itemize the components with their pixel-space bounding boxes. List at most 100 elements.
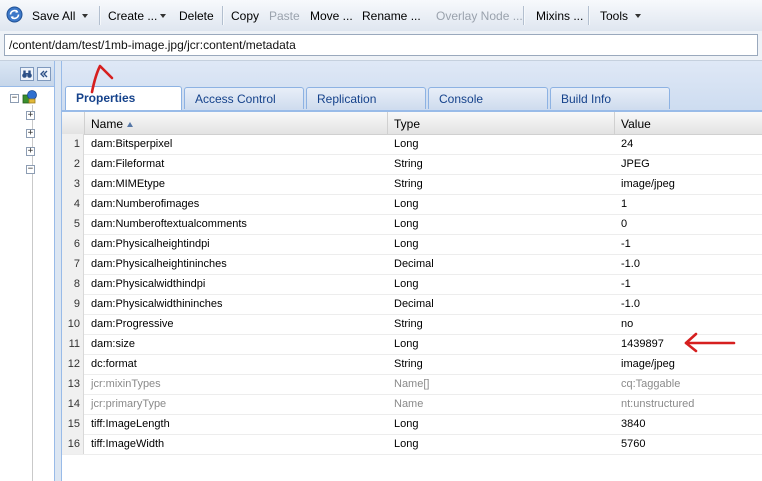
- table-row[interactable]: 16 tiff:ImageWidth Long 5760: [62, 434, 762, 455]
- path-input[interactable]: /content/dam/test/1mb-image.jpg/jcr:cont…: [4, 34, 758, 56]
- collapse-panel-icon[interactable]: [37, 67, 51, 81]
- table-row[interactable]: 11 dam:size Long 1439897: [62, 334, 762, 355]
- property-name-cell[interactable]: dam:size: [85, 334, 388, 354]
- property-type-cell[interactable]: String: [388, 314, 615, 334]
- move-button[interactable]: Move ...: [310, 9, 353, 23]
- property-type-cell[interactable]: Long: [388, 434, 615, 454]
- table-row[interactable]: 2 dam:Fileformat String JPEG: [62, 154, 762, 175]
- toolbar-separator: [222, 6, 224, 25]
- table-row[interactable]: 6 dam:Physicalheightindpi Long -1: [62, 234, 762, 255]
- property-value-cell[interactable]: 0: [615, 214, 762, 234]
- panel-splitter[interactable]: [55, 61, 62, 481]
- tab-replication[interactable]: Replication: [306, 87, 426, 109]
- column-header-value[interactable]: Value: [615, 112, 762, 134]
- property-name-cell[interactable]: dam:Fileformat: [85, 154, 388, 174]
- copy-button[interactable]: Copy: [231, 9, 259, 23]
- property-name-cell[interactable]: dam:Physicalwidthininches: [85, 294, 388, 314]
- column-header-name[interactable]: Name: [85, 112, 388, 134]
- property-type-cell[interactable]: Long: [388, 134, 615, 154]
- property-type-cell[interactable]: Name: [388, 394, 615, 414]
- table-row[interactable]: 10 dam:Progressive String no: [62, 314, 762, 335]
- delete-button[interactable]: Delete: [179, 9, 214, 23]
- property-name-cell[interactable]: tiff:ImageWidth: [85, 434, 388, 454]
- property-name-cell[interactable]: dam:Physicalwidthindpi: [85, 274, 388, 294]
- property-name-cell[interactable]: dam:Bitsperpixel: [85, 134, 388, 154]
- property-name-cell[interactable]: dam:Physicalheightindpi: [85, 234, 388, 254]
- table-row[interactable]: 3 dam:MIMEtype String image/jpeg: [62, 174, 762, 195]
- table-row[interactable]: 9 dam:Physicalwidthininches Decimal -1.0: [62, 294, 762, 315]
- tools-button[interactable]: Tools: [600, 9, 628, 23]
- mixins-button[interactable]: Mixins ...: [536, 9, 583, 23]
- property-value-cell[interactable]: -1: [615, 234, 762, 254]
- property-value-cell[interactable]: -1.0: [615, 294, 762, 314]
- property-value-cell[interactable]: -1: [615, 274, 762, 294]
- property-value-cell[interactable]: 1: [615, 194, 762, 214]
- paste-button[interactable]: Paste: [269, 9, 300, 23]
- table-row[interactable]: 12 dc:format String image/jpeg: [62, 354, 762, 375]
- table-row[interactable]: 7 dam:Physicalheightininches Decimal -1.0: [62, 254, 762, 275]
- tree-root-expander[interactable]: −: [10, 94, 19, 103]
- tools-dropdown-arrow-icon[interactable]: [635, 14, 641, 18]
- row-number-cell: 8: [62, 274, 84, 294]
- table-row[interactable]: 4 dam:Numberofimages Long 1: [62, 194, 762, 215]
- table-row[interactable]: 5 dam:Numberoftextualcomments Long 0: [62, 214, 762, 235]
- annotation-arrow-path-icon: [90, 64, 114, 94]
- tab-console[interactable]: Console: [428, 87, 548, 109]
- property-type-cell[interactable]: String: [388, 354, 615, 374]
- rename-button[interactable]: Rename ...: [362, 9, 421, 23]
- property-name-cell[interactable]: jcr:primaryType: [85, 394, 388, 414]
- property-type-cell[interactable]: Long: [388, 334, 615, 354]
- property-value-cell[interactable]: 3840: [615, 414, 762, 434]
- property-name-cell[interactable]: dam:Numberoftextualcomments: [85, 214, 388, 234]
- save-all-dropdown-arrow-icon[interactable]: [82, 14, 88, 18]
- property-value-cell[interactable]: -1.0: [615, 254, 762, 274]
- property-value-cell[interactable]: nt:unstructured: [615, 394, 762, 414]
- property-type-cell[interactable]: String: [388, 154, 615, 174]
- property-type-cell[interactable]: Long: [388, 234, 615, 254]
- property-type-cell[interactable]: Long: [388, 274, 615, 294]
- tab-access-control[interactable]: Access Control: [184, 87, 304, 109]
- property-type-cell[interactable]: Long: [388, 194, 615, 214]
- row-number-cell: 10: [62, 314, 84, 334]
- property-type-cell[interactable]: Name[]: [388, 374, 615, 394]
- property-value-cell[interactable]: JPEG: [615, 154, 762, 174]
- tree-guide-line: [32, 105, 33, 481]
- table-row[interactable]: 15 tiff:ImageLength Long 3840: [62, 414, 762, 435]
- binoculars-icon[interactable]: [20, 67, 34, 81]
- overlay-node-button[interactable]: Overlay Node ...: [436, 9, 523, 23]
- column-header-type[interactable]: Type: [388, 112, 615, 134]
- property-value-cell[interactable]: image/jpeg: [615, 354, 762, 374]
- property-type-cell[interactable]: Long: [388, 414, 615, 434]
- property-type-cell[interactable]: Decimal: [388, 294, 615, 314]
- property-value-cell[interactable]: cq:Taggable: [615, 374, 762, 394]
- property-name-cell[interactable]: dam:Numberofimages: [85, 194, 388, 214]
- table-row[interactable]: 14 jcr:primaryType Name nt:unstructured: [62, 394, 762, 415]
- property-name-cell[interactable]: tiff:ImageLength: [85, 414, 388, 434]
- property-name-cell[interactable]: dam:Physicalheightininches: [85, 254, 388, 274]
- tree-node-expander[interactable]: −: [26, 165, 35, 174]
- property-type-cell[interactable]: String: [388, 174, 615, 194]
- tree-node-expander[interactable]: +: [26, 111, 35, 120]
- properties-grid: Name Type Value 1 dam:Bitsperpixel Long 24 2…: [62, 112, 762, 481]
- property-type-cell[interactable]: Decimal: [388, 254, 615, 274]
- property-name-cell[interactable]: jcr:mixinTypes: [85, 374, 388, 394]
- property-type-cell[interactable]: Long: [388, 214, 615, 234]
- save-all-button[interactable]: Save All: [32, 9, 75, 23]
- property-name-cell[interactable]: dam:MIMEtype: [85, 174, 388, 194]
- tree-node-expander[interactable]: +: [26, 129, 35, 138]
- table-row[interactable]: 8 dam:Physicalwidthindpi Long -1: [62, 274, 762, 295]
- table-row[interactable]: 13 jcr:mixinTypes Name[] cq:Taggable: [62, 374, 762, 395]
- property-value-cell[interactable]: 24: [615, 134, 762, 154]
- toolbar-separator: [99, 6, 101, 25]
- refresh-icon[interactable]: [6, 6, 23, 23]
- property-name-cell[interactable]: dc:format: [85, 354, 388, 374]
- table-row[interactable]: 1 dam:Bitsperpixel Long 24: [62, 134, 762, 155]
- create-dropdown-arrow-icon[interactable]: [160, 14, 166, 18]
- property-value-cell[interactable]: 5760: [615, 434, 762, 454]
- property-value-cell[interactable]: image/jpeg: [615, 174, 762, 194]
- tab-build-info[interactable]: Build Info: [550, 87, 670, 109]
- tree-node-expander[interactable]: +: [26, 147, 35, 156]
- create-button[interactable]: Create ...: [108, 9, 157, 23]
- property-name-cell[interactable]: dam:Progressive: [85, 314, 388, 334]
- toolbar-separator: [523, 6, 525, 25]
